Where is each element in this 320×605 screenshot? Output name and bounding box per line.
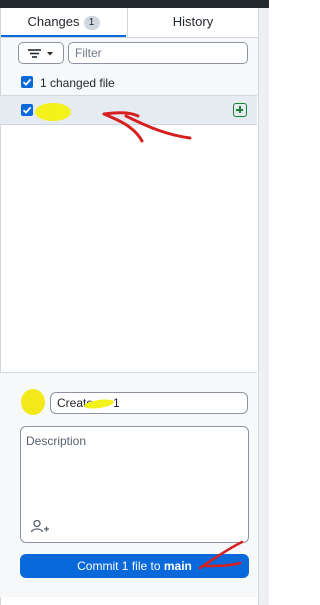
changes-count-badge: 1 [83, 16, 100, 30]
tab-history[interactable]: History [127, 8, 258, 37]
file-checkbox[interactable] [21, 104, 33, 116]
description-placeholder: Description [26, 434, 87, 448]
commit-summary-input[interactable] [50, 392, 248, 414]
tab-history-label: History [172, 14, 214, 29]
title-bar [0, 0, 269, 8]
select-all-checkbox[interactable] [21, 76, 33, 88]
commit-branch-name: main [163, 559, 192, 573]
add-coauthor-icon[interactable] [30, 519, 50, 535]
chevron-down-icon [47, 52, 53, 56]
diff-pane-edge [258, 8, 269, 605]
tab-changes-label: Changes [27, 14, 80, 29]
checkbox-icon [22, 106, 32, 114]
tab-changes[interactable]: Changes 1 [1, 8, 126, 37]
filter-input[interactable] [68, 42, 248, 64]
file-added-icon [233, 103, 247, 117]
redacted-file-name [35, 103, 71, 121]
commit-button-label: Commit 1 file to [77, 559, 161, 573]
filter-icon [28, 49, 53, 58]
checkbox-icon [22, 78, 32, 86]
tab-bar: Changes 1 History [1, 8, 258, 38]
avatar [21, 389, 45, 415]
annotation-arrow [198, 540, 244, 570]
changed-files-label: 1 changed file [40, 76, 115, 90]
filter-options-button[interactable] [18, 42, 64, 64]
annotation-arrow [102, 111, 192, 143]
